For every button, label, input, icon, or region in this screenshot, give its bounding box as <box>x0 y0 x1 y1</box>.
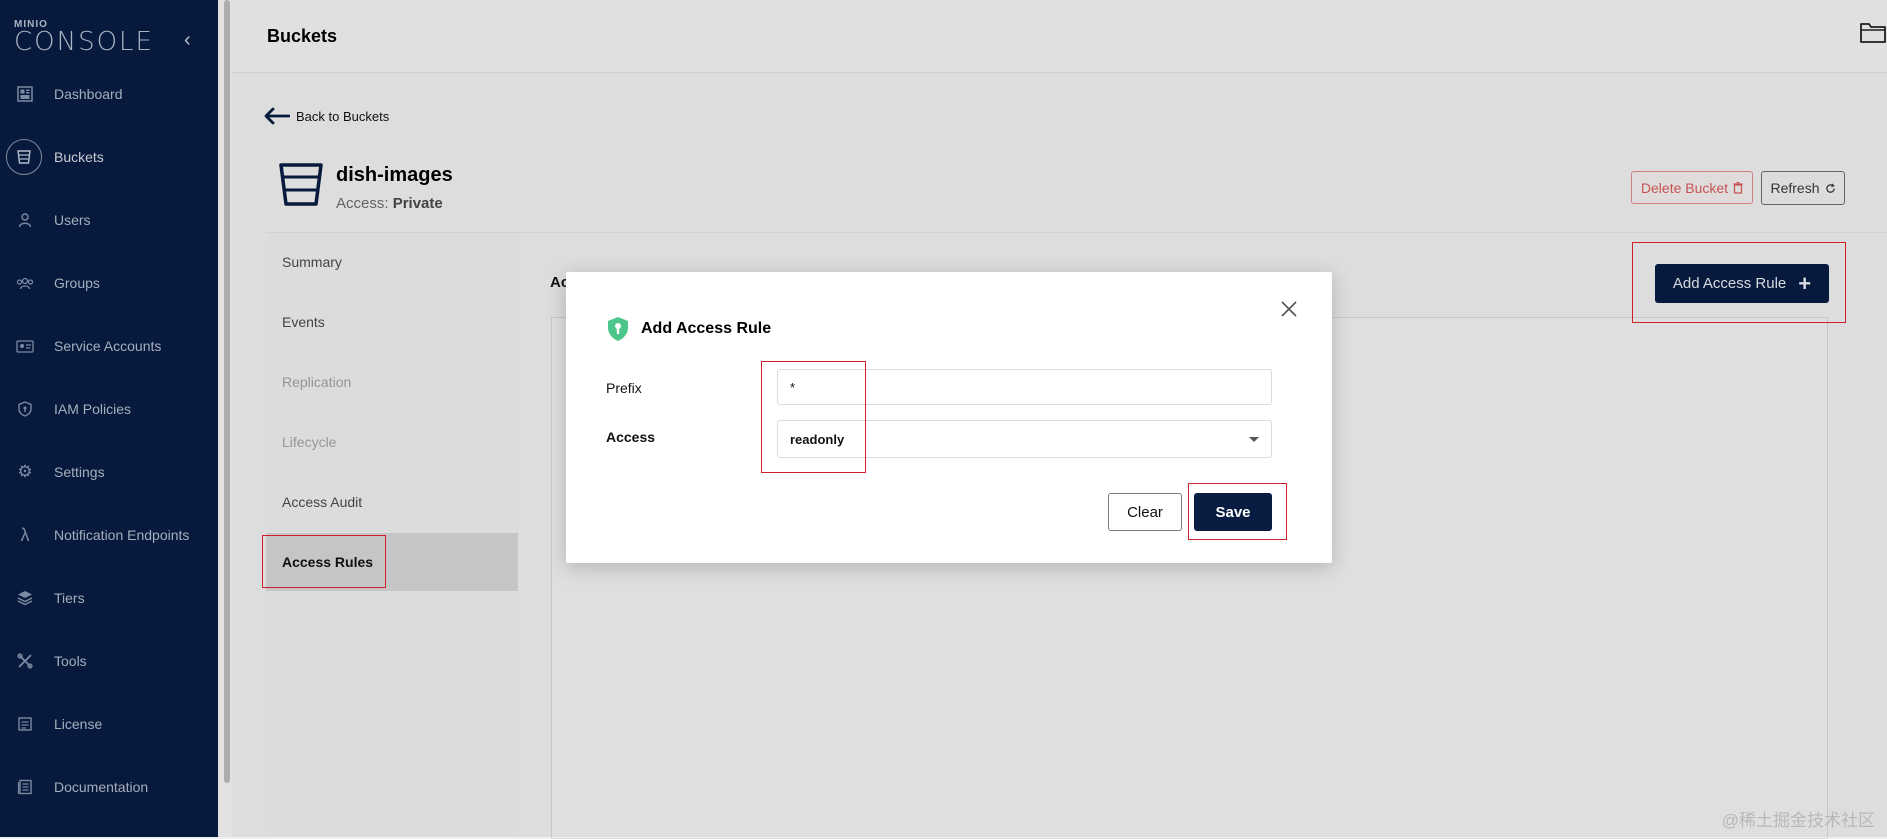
annotation-box-fields <box>761 361 866 473</box>
annotation-box-save <box>1188 483 1287 540</box>
access-label: Access <box>606 429 656 445</box>
chevron-down-icon <box>1249 437 1259 442</box>
shield-key-icon <box>608 317 628 341</box>
clear-label: Clear <box>1127 503 1163 521</box>
watermark: @稀土掘金技术社区 <box>1721 811 1875 830</box>
dialog-title: Add Access Rule <box>641 320 772 337</box>
annotation-box-access-rules <box>262 535 386 588</box>
clear-button[interactable]: Clear <box>1108 493 1182 531</box>
prefix-label: Prefix <box>606 380 642 396</box>
close-icon[interactable] <box>1280 300 1298 318</box>
annotation-box-add-access-rule <box>1632 242 1846 323</box>
